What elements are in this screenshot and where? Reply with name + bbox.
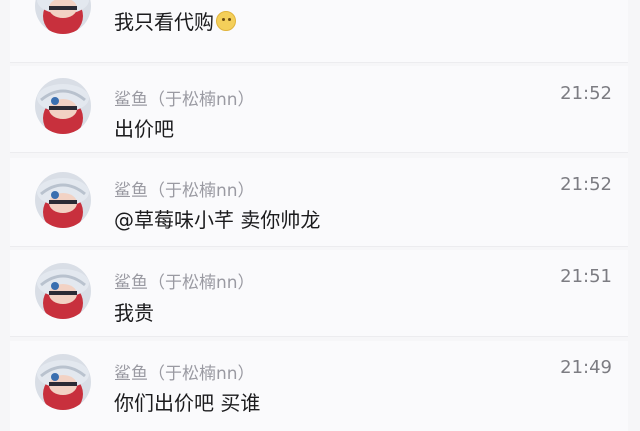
- message-text: 我贵: [114, 301, 154, 325]
- smile-emoji-icon: [216, 11, 236, 31]
- message-text: @草莓味小芊 卖你帅龙: [114, 208, 321, 232]
- message-item[interactable]: 鲨鱼（于松楠nn） 21:52 出价吧: [10, 66, 628, 153]
- avatar[interactable]: [35, 78, 91, 134]
- message-item[interactable]: 鲨鱼（于松楠nn） 21:51 我贵: [10, 250, 628, 337]
- message-time: 21:52: [560, 174, 612, 195]
- message-time: 21:51: [560, 266, 612, 287]
- avatar[interactable]: [35, 263, 91, 319]
- avatar[interactable]: [35, 0, 91, 34]
- message-text: 我只看代购: [114, 6, 236, 35]
- avatar[interactable]: [35, 354, 91, 410]
- sender-name: 鲨鱼（于松楠nn）: [114, 364, 255, 384]
- sender-name: 鲨鱼（于松楠nn）: [114, 90, 255, 110]
- message-text: 你们出价吧 买谁: [114, 391, 261, 415]
- sender-name: 鲨鱼（于松楠nn）: [114, 273, 255, 293]
- message-item[interactable]: 我只看代购: [10, 0, 628, 63]
- message-time: 21:49: [560, 357, 612, 378]
- avatar[interactable]: [35, 172, 91, 228]
- message-time: 21:52: [560, 83, 612, 104]
- message-item[interactable]: 鲨鱼（于松楠nn） 21:49 你们出价吧 买谁: [10, 341, 628, 431]
- message-item[interactable]: 鲨鱼（于松楠nn） 21:52 @草莓味小芊 卖你帅龙: [10, 158, 628, 247]
- sender-name: 鲨鱼（于松楠nn）: [114, 181, 255, 201]
- message-text: 出价吧: [114, 117, 174, 141]
